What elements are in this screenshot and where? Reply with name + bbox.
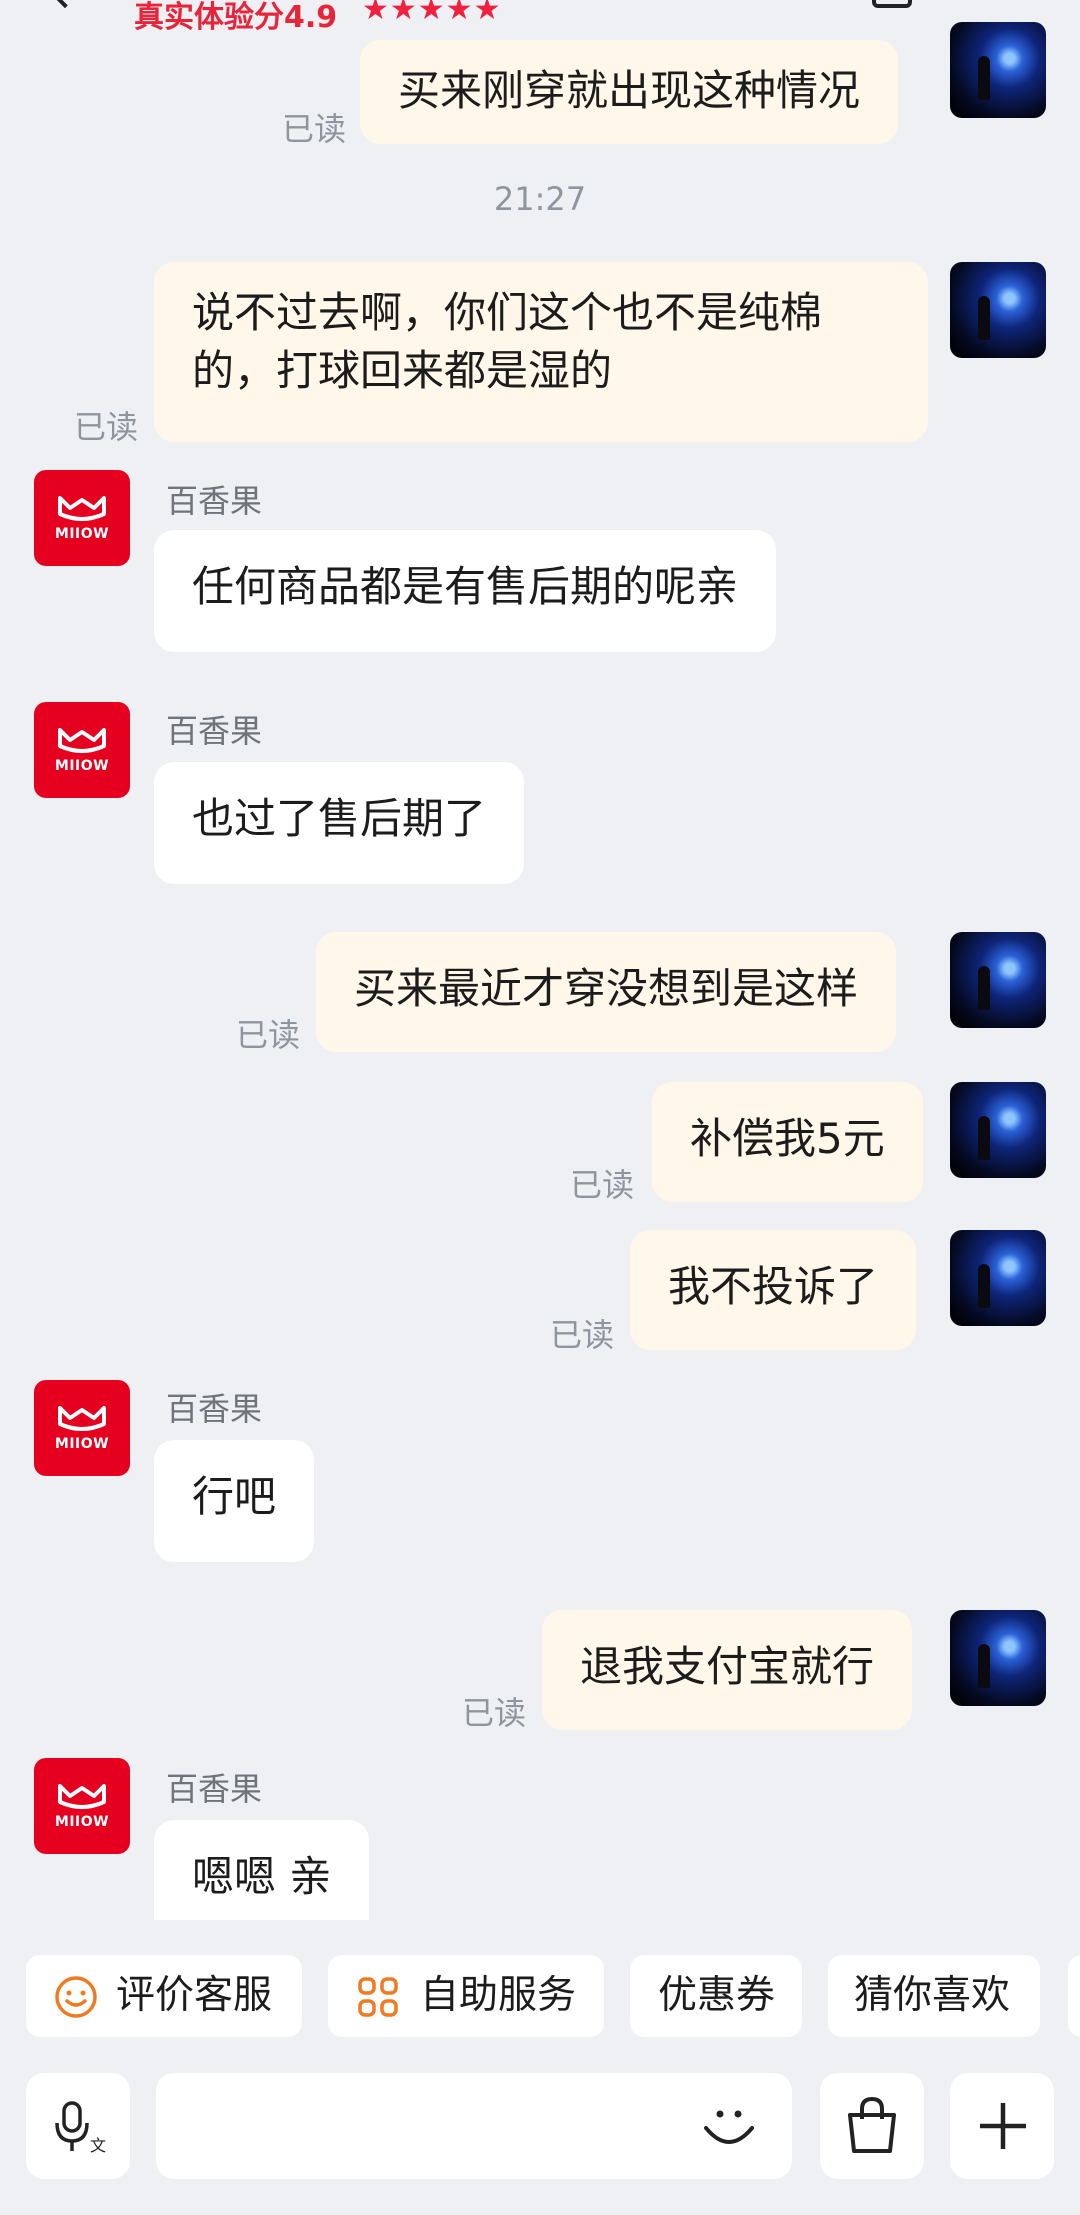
back-icon[interactable] [43,0,87,9]
chip-label: 优惠券 [658,1973,776,2018]
shop-avatar[interactable]: MIIOW [34,1758,130,1854]
more-chip-edge[interactable] [1068,1955,1080,2037]
read-receipt: 已读 [74,408,139,446]
coupons-chip[interactable]: 优惠券 [630,1955,802,2037]
my-message-bubble[interactable]: 买来刚穿就出现这种情况 [360,40,899,144]
their-message-bubble[interactable]: 也过了售后期了 [154,762,525,884]
shop-brand: MIIOW [54,1814,110,1830]
my-message-bubble[interactable]: 退我支付宝就行 [542,1610,913,1730]
cat-logo-icon [58,1406,106,1431]
cat-logo-icon [58,496,106,521]
read-receipt: 已读 [282,110,347,148]
message-input[interactable] [156,2073,792,2179]
my-message-bubble[interactable]: 买来最近才穿没想到是这样 [316,932,897,1052]
sender-name: 百香果 [166,712,263,750]
recommendations-chip[interactable]: 猜你喜欢 [828,1955,1040,2037]
shopping-bag-icon [848,2096,896,2153]
chip-label: 猜你喜欢 [854,1973,1011,2018]
my-message-bubble[interactable]: 我不投诉了 [630,1230,917,1350]
smiley-icon [55,1976,97,2018]
sender-name: 百香果 [166,482,263,520]
plus-icon [980,2103,1026,2149]
shop-icon[interactable] [872,0,912,8]
my-avatar[interactable] [950,932,1046,1028]
read-receipt: 已读 [570,1166,635,1204]
my-avatar[interactable] [950,22,1046,118]
more-actions-button[interactable] [950,2073,1054,2179]
my-message-bubble[interactable]: 说不过去啊，你们这个也不是纯棉的，打球回来都是湿的 [154,262,928,442]
grid-icon [358,1977,398,2017]
my-avatar[interactable] [950,1610,1046,1706]
voice-translate-icon: 文 [55,2101,106,2155]
chip-label: 自助服务 [420,1973,577,2018]
shop-avatar[interactable]: MIIOW [34,1380,130,1476]
shop-brand: MIIOW [54,526,110,542]
my-avatar[interactable] [950,1082,1046,1178]
emoji-icon[interactable] [700,2098,758,2156]
experience-score: 真实体验分4.9 [134,0,338,35]
self-service-chip[interactable]: 自助服务 [328,1955,604,2037]
their-message-bubble[interactable]: 嗯嗯 亲 [154,1820,370,1920]
shopping-bag-button[interactable] [820,2073,924,2179]
read-receipt: 已读 [236,1016,301,1054]
rate-service-chip[interactable]: 评价客服 [26,1955,302,2037]
their-message-bubble[interactable]: 行吧 [154,1440,315,1562]
shop-brand: MIIOW [54,1436,110,1452]
rating-stars: ★★★★★ [362,0,502,27]
my-avatar[interactable] [950,262,1046,358]
sender-name: 百香果 [166,1770,263,1808]
time-divider: 21:27 [493,180,587,218]
shop-avatar[interactable]: MIIOW [34,702,130,798]
chip-label: 评价客服 [116,1973,273,2018]
chat-screen: 真实体验分4.9 ★★★★★ 买来刚穿就出现这种情况 已读 21:27 说不过去… [0,0,1080,2215]
my-avatar[interactable] [950,1230,1046,1326]
my-message-bubble[interactable]: 补偿我5元 [652,1082,923,1202]
shop-avatar[interactable]: MIIOW [34,470,130,566]
shop-brand: MIIOW [54,758,110,774]
svg-text:文: 文 [90,2136,106,2155]
read-receipt: 已读 [550,1316,615,1354]
sender-name: 百香果 [166,1390,263,1428]
voice-button[interactable]: 文 [26,2073,130,2179]
their-message-bubble[interactable]: 任何商品都是有售后期的呢亲 [154,530,777,652]
cat-logo-icon [58,1784,106,1809]
read-receipt: 已读 [462,1694,527,1732]
cat-logo-icon [58,728,106,753]
header: 真实体验分4.9 ★★★★★ [0,0,1080,40]
